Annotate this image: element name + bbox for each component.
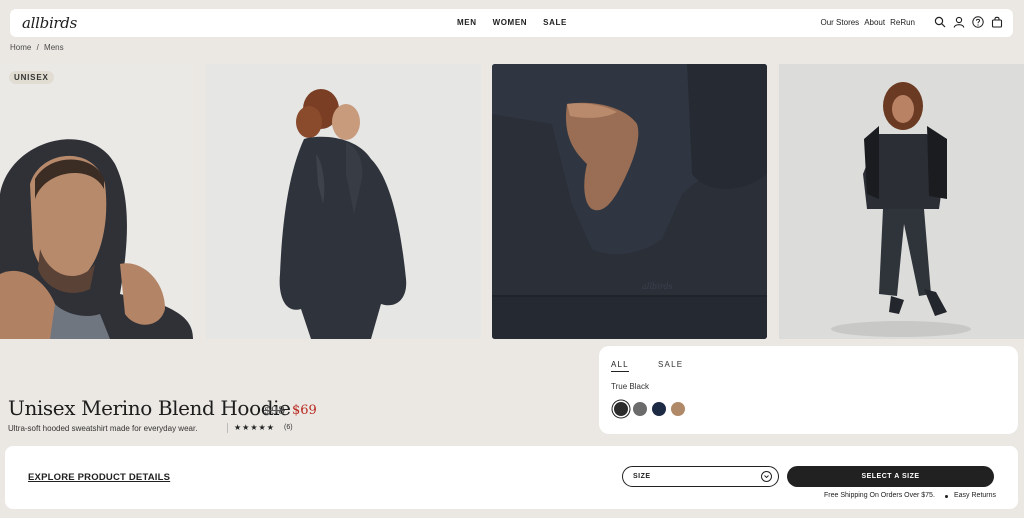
explore-product-details-link[interactable]: EXPLORE PRODUCT DETAILS — [28, 472, 170, 483]
product-subtitle: Ultra-soft hooded sweatshirt made for ev… — [8, 424, 198, 433]
nav-women[interactable]: WOMEN — [493, 18, 528, 27]
product-title: Unisex Merino Blend Hoodie — [8, 396, 291, 420]
review-count[interactable]: (6) — [284, 424, 293, 431]
breadcrumb-home[interactable]: Home — [10, 43, 31, 52]
color-swatch-tan[interactable] — [671, 402, 685, 416]
about-link[interactable]: About — [864, 18, 885, 27]
purchase-bar: EXPLORE PRODUCT DETAILS SIZE SELECT A SI… — [5, 446, 1018, 509]
subtitle-divider — [227, 423, 228, 433]
original-price: $98 — [264, 404, 285, 417]
tab-all-colors[interactable]: ALL — [611, 360, 629, 372]
main-nav: MEN WOMEN SALE — [457, 18, 567, 27]
search-icon[interactable] — [934, 16, 946, 28]
color-selector-card: ALL SALE True Black — [599, 346, 1018, 434]
size-dropdown[interactable]: SIZE — [622, 466, 779, 487]
allbirds-logo[interactable]: allbirds — [22, 14, 77, 32]
breadcrumb-separator: / — [36, 43, 39, 52]
select-a-size-button[interactable]: SELECT A SIZE — [787, 466, 994, 487]
chevron-down-icon — [761, 471, 772, 482]
bullet-separator — [945, 495, 948, 498]
unisex-badge: UNISEX — [9, 71, 54, 84]
cart-icon[interactable] — [991, 16, 1003, 28]
color-swatch-grey[interactable] — [633, 402, 647, 416]
svg-text:allbirds: allbirds — [642, 282, 673, 291]
help-icon[interactable] — [972, 16, 984, 28]
sale-price: $69 — [292, 403, 317, 418]
free-shipping-note: Free Shipping On Orders Over $75. — [824, 492, 935, 499]
site-header: allbirds MEN WOMEN SALE Our Stores About… — [10, 9, 1013, 37]
color-swatch-navy[interactable] — [652, 402, 666, 416]
product-image-full-body[interactable] — [779, 64, 1024, 339]
nav-men[interactable]: MEN — [457, 18, 477, 27]
tab-sale-colors[interactable]: SALE — [658, 360, 683, 369]
breadcrumb-mens[interactable]: Mens — [44, 43, 64, 52]
color-swatch-true-black[interactable] — [614, 402, 628, 416]
account-icon[interactable] — [953, 16, 965, 28]
selected-color-name: True Black — [611, 382, 649, 391]
rerun-link[interactable]: ReRun — [890, 18, 915, 27]
product-image-hood-closeup[interactable] — [0, 64, 193, 339]
nav-sale[interactable]: SALE — [543, 18, 567, 27]
easy-returns-note: Easy Returns — [954, 492, 997, 499]
product-image-pocket-detail[interactable]: allbirds — [492, 64, 767, 339]
breadcrumb: Home / Mens — [10, 43, 67, 52]
rating-stars[interactable]: ★★★★★ — [234, 423, 275, 432]
utility-nav: Our Stores About ReRun — [821, 16, 1004, 28]
size-dropdown-label: SIZE — [633, 473, 651, 480]
our-stores-link[interactable]: Our Stores — [821, 18, 860, 27]
product-image-back-view[interactable] — [206, 64, 481, 339]
